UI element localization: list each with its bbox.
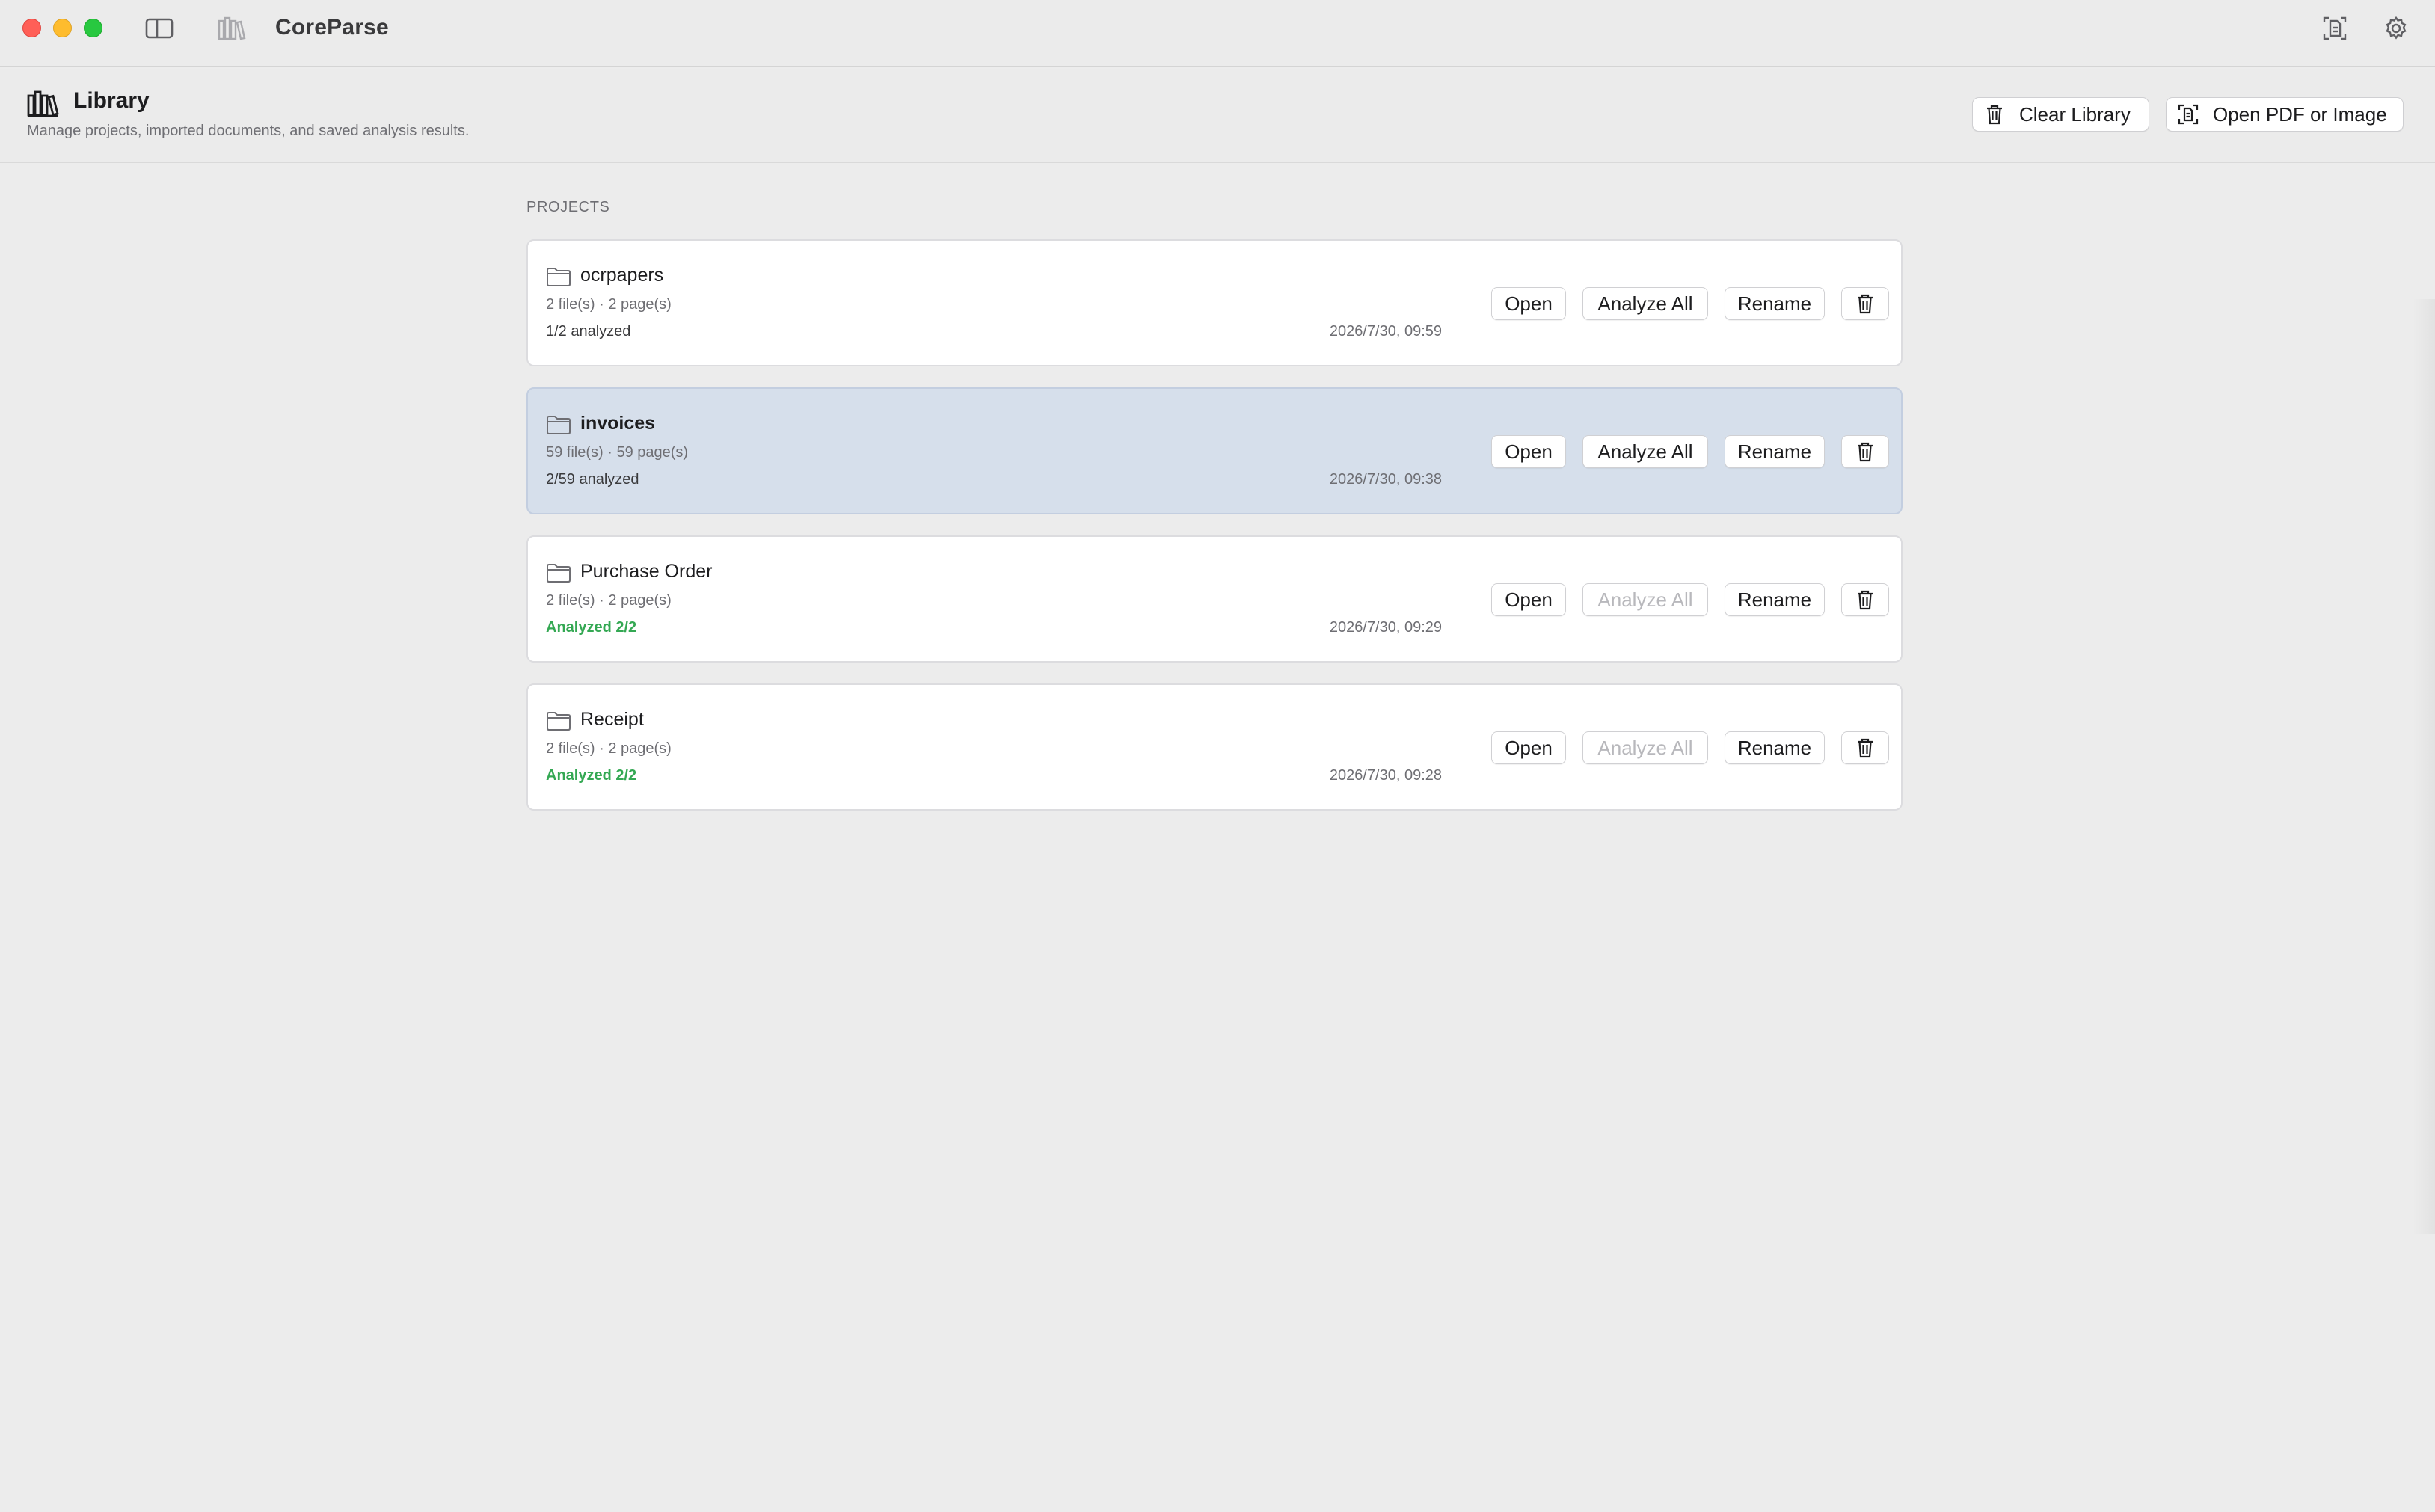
project-meta: 2 file(s) · 2 page(s) — [546, 296, 672, 313]
delete-project-button[interactable] — [1841, 287, 1889, 320]
open-pdf-or-image-button[interactable]: Open PDF or Image — [2166, 97, 2404, 132]
open-button[interactable]: Open — [1491, 583, 1566, 616]
rename-button[interactable]: Rename — [1725, 731, 1825, 764]
folder-icon — [546, 562, 571, 583]
trash-icon — [1983, 103, 2006, 126]
app-window: CoreParse Library Manage projects, impor… — [0, 0, 2435, 1512]
clear-library-label: Clear Library — [2019, 102, 2131, 126]
folder-icon — [546, 710, 571, 731]
page-title: Library — [73, 88, 150, 113]
project-name: Receipt — [580, 709, 644, 730]
app-title: CoreParse — [275, 15, 389, 40]
project-row-selected[interactable]: invoices 59 file(s) · 59 page(s) 2/59 an… — [526, 387, 1903, 514]
open-pdf-or-image-label: Open PDF or Image — [2213, 102, 2387, 126]
analyze-all-button[interactable]: Analyze All — [1582, 287, 1708, 320]
project-meta: 2 file(s) · 2 page(s) — [546, 740, 672, 757]
window-minimize-button[interactable] — [53, 19, 72, 37]
open-button[interactable]: Open — [1491, 287, 1566, 320]
document-scan-icon — [2177, 103, 2199, 126]
project-status: Analyzed 2/2 — [546, 619, 637, 636]
analyze-all-button-disabled: Analyze All — [1582, 583, 1708, 616]
library-header: Library Manage projects, imported docume… — [0, 69, 2435, 163]
delete-project-button[interactable] — [1841, 435, 1889, 468]
books-icon — [27, 88, 60, 118]
delete-project-button[interactable] — [1841, 583, 1889, 616]
window-close-button[interactable] — [22, 19, 41, 37]
rename-button[interactable]: Rename — [1725, 435, 1825, 468]
trash-icon — [1858, 294, 1873, 314]
trash-icon — [1858, 590, 1873, 610]
project-row[interactable]: Purchase Order 2 file(s) · 2 page(s) Ana… — [526, 535, 1903, 663]
folder-icon — [546, 266, 571, 287]
section-label-projects: PROJECTS — [526, 199, 610, 215]
project-name: Purchase Order — [580, 561, 713, 582]
project-meta: 2 file(s) · 2 page(s) — [546, 592, 672, 609]
project-row[interactable]: Receipt 2 file(s) · 2 page(s) Analyzed 2… — [526, 683, 1903, 811]
project-status: 1/2 analyzed — [546, 323, 631, 339]
sidebar-icon[interactable] — [144, 13, 174, 43]
open-button[interactable]: Open — [1491, 435, 1566, 468]
trash-icon — [1858, 442, 1873, 462]
trash-icon — [1858, 738, 1873, 758]
project-status: 2/59 analyzed — [546, 471, 639, 488]
page-subtitle: Manage projects, imported documents, and… — [27, 123, 470, 139]
open-button[interactable]: Open — [1491, 731, 1566, 764]
folder-icon — [546, 414, 571, 435]
analyze-all-button[interactable]: Analyze All — [1582, 435, 1708, 468]
project-row[interactable]: ocrpapers 2 file(s) · 2 page(s) 1/2 anal… — [526, 239, 1903, 366]
analyze-all-button-disabled: Analyze All — [1582, 731, 1708, 764]
window-zoom-button[interactable] — [84, 19, 102, 37]
books-icon[interactable] — [217, 13, 247, 43]
delete-project-button[interactable] — [1841, 731, 1889, 764]
project-date: 2026/7/30, 09:38 — [1329, 471, 1442, 488]
project-date: 2026/7/30, 09:28 — [1329, 767, 1442, 784]
project-name: invoices — [580, 413, 656, 434]
project-date: 2026/7/30, 09:59 — [1329, 323, 1442, 339]
edge-shadow — [2413, 299, 2435, 1234]
clear-library-button[interactable]: Clear Library — [1972, 97, 2149, 132]
title-bar: CoreParse — [0, 0, 2435, 67]
project-name: ocrpapers — [580, 265, 664, 286]
gear-icon[interactable] — [2381, 13, 2411, 43]
rename-button[interactable]: Rename — [1725, 287, 1825, 320]
project-status: Analyzed 2/2 — [546, 767, 637, 784]
document-scan-icon[interactable] — [2320, 13, 2350, 43]
project-meta: 59 file(s) · 59 page(s) — [546, 444, 689, 461]
rename-button[interactable]: Rename — [1725, 583, 1825, 616]
project-date: 2026/7/30, 09:29 — [1329, 619, 1442, 636]
